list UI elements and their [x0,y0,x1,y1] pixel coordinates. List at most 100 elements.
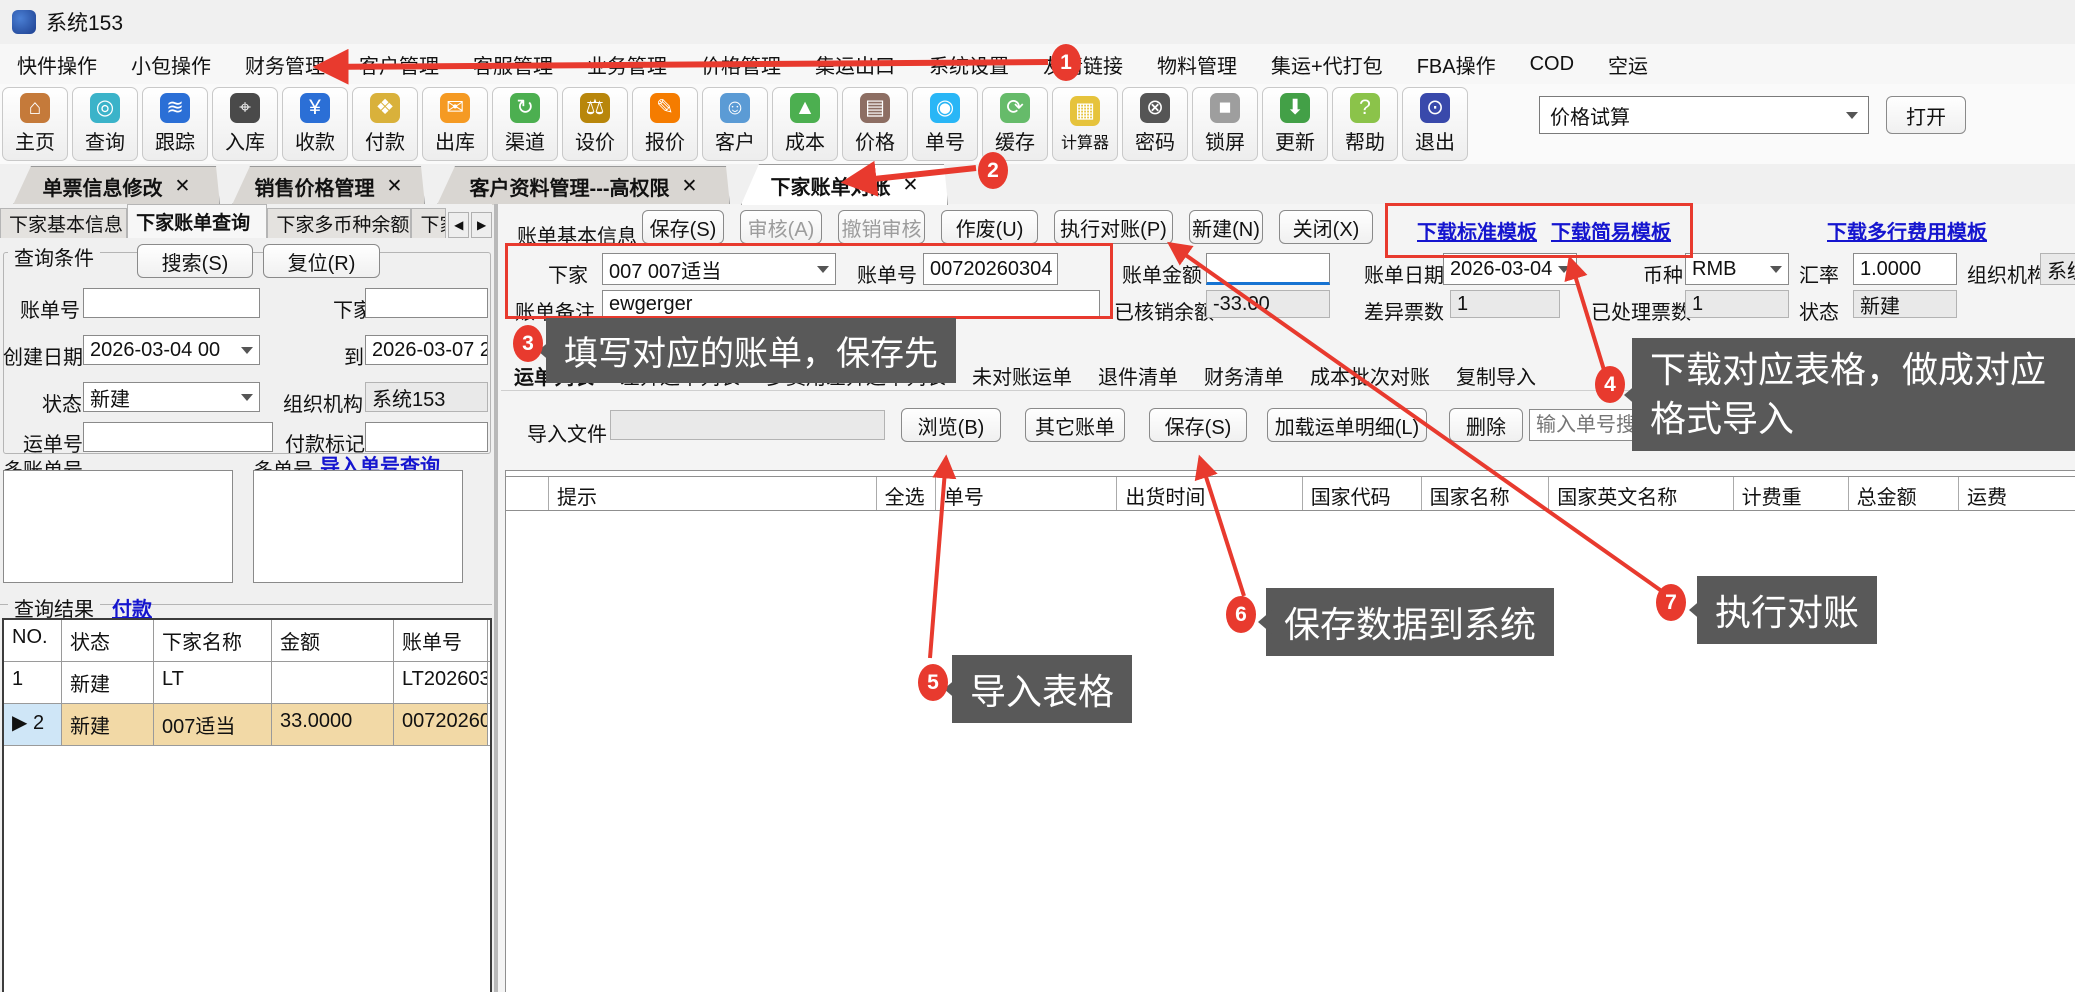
waybill-col-3[interactable]: 全选 [877,477,936,510]
pay-mark-input[interactable] [365,422,488,452]
status-select[interactable]: 新建 [83,382,260,412]
subtab-4[interactable]: 未对账运单 [959,361,1085,390]
scroll-left-icon[interactable]: ◀ [448,212,469,238]
close-button[interactable]: 关闭(X) [1279,210,1373,244]
toolbar-tracking-no-button[interactable]: ◉单号 [912,87,978,161]
subtab-7[interactable]: 成本批次对账 [1297,361,1443,390]
create-date-select[interactable]: 2026-03-04 00 [83,335,260,365]
tab-1[interactable]: 单票信息修改✕ [13,166,220,205]
menu-item-1[interactable]: 快件操作 [0,50,114,79]
save-button[interactable]: 保存(S) [642,210,724,244]
toolbar-outbound-button[interactable]: ✉出库 [422,87,488,161]
table-row[interactable]: 1新建LTLT2026030 [4,662,490,704]
tab-2[interactable]: 销售价格管理✕ [232,166,425,205]
multi-bill-textarea[interactable] [3,470,233,583]
run-reconcile-button[interactable]: 执行对账(P) [1054,210,1173,244]
menu-item-10[interactable]: 友情链接 [1026,50,1140,79]
quick-function-select[interactable]: 价格试算 [1539,96,1869,134]
menu-item-4[interactable]: 客户管理 [342,50,456,79]
waybill-col-6[interactable]: 国家代码 [1303,477,1422,510]
results-header-1[interactable]: NO. [4,620,62,661]
reset-button[interactable]: 复位(R) [263,244,380,278]
toolbar-password-button[interactable]: ⊗密码 [1122,87,1188,161]
toolbar-pay-button[interactable]: ❖付款 [352,87,418,161]
cancel-audit-button[interactable]: 撤销审核 [838,210,925,244]
toolbar-update-button[interactable]: ⬇更新 [1262,87,1328,161]
currency-select[interactable]: RMB [1685,253,1789,285]
delete-button[interactable]: 删除 [1449,408,1523,442]
close-icon[interactable]: ✕ [387,175,403,198]
downstream-select[interactable]: 007 007适当 [602,253,836,285]
menu-item-14[interactable]: COD [1513,53,1591,76]
menu-item-12[interactable]: 集运+代打包 [1254,50,1400,79]
multi-no-textarea[interactable] [253,470,463,583]
waybill-col-8[interactable]: 国家英文名称 [1549,477,1733,510]
toolbar-lock-screen-button[interactable]: ■锁屏 [1192,87,1258,161]
toolbar-cache-button[interactable]: ⟳缓存 [982,87,1048,161]
close-icon[interactable]: ✕ [682,175,698,198]
simple-template-link[interactable]: 下载简易模板 [1551,216,1671,245]
toolbar-receive-payment-button[interactable]: ¥收款 [282,87,348,161]
menu-item-6[interactable]: 业务管理 [570,50,684,79]
toolbar-exit-button[interactable]: ⊙退出 [1402,87,1468,161]
waybill-col-11[interactable]: 运费 [1959,477,2075,510]
waybill-col-7[interactable]: 国家名称 [1422,477,1550,510]
left-tab-3[interactable]: 下家多币种余额 [267,208,411,238]
toolbar-track-button[interactable]: ≋跟踪 [142,87,208,161]
table-row[interactable]: ▶ 2新建007适当33.0000007202603 [4,704,490,746]
tab-4[interactable]: 下家账单对账✕ [741,164,948,205]
search-button[interactable]: 搜索(S) [137,244,253,278]
menu-item-15[interactable]: 空运 [1591,50,1665,79]
remark-input[interactable]: ewgerger [602,290,1100,318]
waybill-col-10[interactable]: 总金额 [1849,477,1959,510]
scroll-right-icon[interactable]: ▶ [471,212,492,238]
toolbar-calculator-button[interactable]: ▦计算器 [1052,87,1118,161]
menu-item-2[interactable]: 小包操作 [114,50,228,79]
toolbar-price-button[interactable]: ▤价格 [842,87,908,161]
results-header-5[interactable]: 账单号 [394,620,488,661]
date-select[interactable]: 2026-03-04 [1443,253,1577,285]
toolbar-channel-button[interactable]: ↻渠道 [492,87,558,161]
save-import-button[interactable]: 保存(S) [1149,408,1247,442]
amount-input[interactable] [1206,253,1330,285]
toolbar-search-button[interactable]: ◎查询 [72,87,138,161]
menu-item-7[interactable]: 价格管理 [684,50,798,79]
new-button[interactable]: 新建(N) [1189,210,1263,244]
subtab-6[interactable]: 财务清单 [1191,361,1297,390]
close-icon[interactable]: ✕ [175,175,191,198]
open-button[interactable]: 打开 [1886,96,1966,134]
toolbar-cost-button[interactable]: ▲成本 [772,87,838,161]
menu-item-11[interactable]: 物料管理 [1140,50,1254,79]
subtab-8[interactable]: 复制导入 [1443,361,1549,390]
toolbar-help-button[interactable]: ?帮助 [1332,87,1398,161]
subtab-5[interactable]: 退件清单 [1085,361,1191,390]
downstream-input[interactable] [365,288,488,318]
menu-item-13[interactable]: FBA操作 [1400,50,1513,79]
menu-item-3[interactable]: 财务管理 [228,50,342,79]
left-tab-2[interactable]: 下家账单查询 [127,204,267,238]
waybill-col-5[interactable]: 出货时间 [1117,477,1302,510]
standard-template-link[interactable]: 下载标准模板 [1417,216,1537,245]
bill-no-input[interactable]: 00720260304 [923,253,1058,285]
waybill-col-1[interactable] [506,477,549,510]
toolbar-set-price-button[interactable]: ⚖设价 [562,87,628,161]
toolbar-customer-button[interactable]: ☺客户 [702,87,768,161]
menu-item-8[interactable]: 集运出口 [798,50,912,79]
audit-button[interactable]: 审核(A) [740,210,822,244]
waybill-input[interactable] [83,422,273,452]
toolbar-quote-button[interactable]: ✎报价 [632,87,698,161]
bill-no-input[interactable] [83,288,260,318]
rate-input[interactable]: 1.0000 [1853,253,1957,285]
toolbar-home-button[interactable]: ⌂主页 [2,87,68,161]
toolbar-inbound-button[interactable]: ⌖入库 [212,87,278,161]
left-tab-4[interactable]: 下家已 [411,208,446,238]
left-tab-1[interactable]: 下家基本信息 [0,208,127,238]
waybill-col-2[interactable]: 提示 [549,477,877,510]
multi-fee-template-link[interactable]: 下载多行费用模板 [1827,216,1987,245]
browse-button[interactable]: 浏览(B) [901,408,1001,442]
menu-item-9[interactable]: 系统设置 [912,50,1026,79]
results-header-2[interactable]: 状态 [62,620,154,661]
waybill-col-9[interactable]: 计费重 [1734,477,1849,510]
load-detail-button[interactable]: 加载运单明细(L) [1267,408,1427,442]
results-header-4[interactable]: 金额 [272,620,394,661]
